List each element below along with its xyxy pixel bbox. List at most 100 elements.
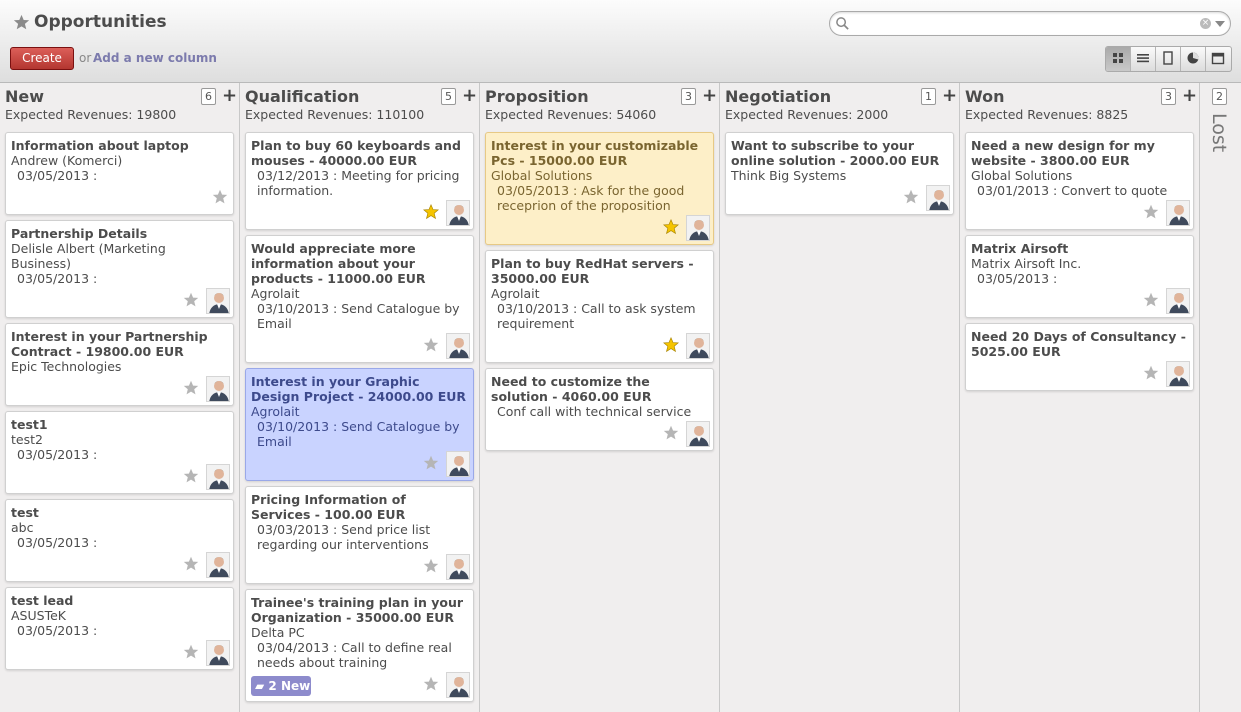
card-date: 03/10/2013 : Send Catalogue by Email	[257, 419, 460, 449]
star-icon[interactable]	[423, 558, 439, 574]
opportunity-card[interactable]: Want to subscribe to your online solutio…	[725, 132, 954, 215]
opportunity-card[interactable]: Plan to buy 60 keyboards and mouses - 40…	[245, 132, 474, 230]
opportunity-card[interactable]: Need a new design for my website - 3800.…	[965, 132, 1194, 230]
create-button[interactable]: Create	[10, 47, 74, 70]
calendar-icon	[1211, 52, 1225, 65]
star-icon[interactable]	[1143, 365, 1159, 381]
star-icon[interactable]	[183, 380, 199, 396]
star-icon[interactable]	[423, 337, 439, 353]
avatar	[446, 451, 470, 477]
add-card-button[interactable]: +	[462, 85, 477, 106]
opportunity-card[interactable]: test1 test2 03/05/2013 :	[5, 411, 234, 494]
graph-view-button[interactable]	[1181, 47, 1206, 71]
opportunity-card[interactable]: Would appreciate more information about …	[245, 235, 474, 363]
star-icon[interactable]	[423, 676, 439, 692]
card-title: Plan to buy RedHat servers - 35000.00 EU…	[491, 256, 694, 286]
column-title: Qualification	[245, 87, 360, 106]
avatar	[686, 421, 710, 447]
star-icon[interactable]	[13, 14, 30, 31]
add-card-button[interactable]: +	[942, 85, 957, 106]
column-revenue: Expected Revenues: 54060	[485, 107, 657, 122]
search-input[interactable]	[854, 14, 1194, 33]
column-negotiation: Negotiation 1 + Expected Revenues: 2000 …	[720, 83, 960, 712]
card-date: 03/05/2013 :	[17, 535, 98, 550]
star-icon[interactable]	[1143, 204, 1159, 220]
search-box[interactable]: ×	[829, 11, 1231, 36]
star-icon[interactable]	[423, 455, 439, 471]
avatar	[1166, 361, 1190, 387]
star-icon[interactable]	[183, 292, 199, 308]
opportunity-card[interactable]: Interest in your Partnership Contract - …	[5, 323, 234, 406]
column-count[interactable]: 6	[201, 88, 216, 105]
card-date: 03/12/2013 : Meeting for pricing informa…	[257, 168, 460, 198]
star-icon[interactable]	[663, 219, 679, 235]
star-icon[interactable]	[1143, 292, 1159, 308]
column-won: Won 3 + Expected Revenues: 8825 Need a n…	[960, 83, 1200, 712]
card-title: Interest in your Graphic Design Project …	[251, 374, 467, 404]
column-count[interactable]: 3	[681, 88, 696, 105]
card-partner: Epic Technologies	[11, 359, 122, 374]
form-view-button[interactable]	[1156, 47, 1181, 71]
card-partner: Think Big Systems	[731, 168, 847, 183]
card-date: 03/10/2013 : Send Catalogue by Email	[257, 301, 460, 331]
opportunity-card[interactable]: Interest in your Graphic Design Project …	[245, 368, 474, 481]
opportunity-card[interactable]: test lead ASUSTeK 03/05/2013 :	[5, 587, 234, 670]
list-icon	[1137, 54, 1149, 63]
star-icon[interactable]	[663, 337, 679, 353]
add-card-button[interactable]: +	[222, 85, 237, 106]
column-lost-folded[interactable]: 2 Lost	[1200, 83, 1241, 712]
column-revenue: Expected Revenues: 19800	[5, 107, 177, 122]
column-proposition: Proposition 3 + Expected Revenues: 54060…	[480, 83, 720, 712]
card-title: Need to customize the solution - 4060.00…	[491, 374, 652, 404]
card-date: 03/05/2013 : Ask for the good receprion …	[497, 183, 685, 213]
kanban-view-button[interactable]	[1106, 47, 1131, 71]
opportunity-card[interactable]: Information about laptop Andrew (Komerci…	[5, 132, 234, 215]
opportunity-card[interactable]: Interest in your customizable Pcs - 1500…	[485, 132, 714, 245]
add-column-link[interactable]: Add a new column	[93, 51, 217, 65]
add-card-button[interactable]: +	[702, 85, 717, 106]
list-view-button[interactable]	[1131, 47, 1156, 71]
avatar	[206, 464, 230, 490]
card-title: Trainee's training plan in your Organiza…	[251, 595, 464, 625]
card-partner: Agrolait	[251, 286, 300, 301]
opportunity-card[interactable]: Partnership Details Delisle Albert (Mark…	[5, 220, 234, 318]
opportunity-card[interactable]: Need 20 Days of Consultancy - 5025.00 EU…	[965, 323, 1194, 391]
star-icon[interactable]	[183, 556, 199, 572]
column-count[interactable]: 3	[1161, 88, 1176, 105]
opportunity-card[interactable]: Plan to buy RedHat servers - 35000.00 EU…	[485, 250, 714, 363]
opportunity-card[interactable]: Trainee's training plan in your Organiza…	[245, 589, 474, 702]
column-count[interactable]: 1	[921, 88, 936, 105]
card-title: Interest in your Partnership Contract - …	[11, 329, 208, 359]
chevron-down-icon[interactable]	[1215, 21, 1225, 27]
card-title: Matrix Airsoft	[971, 241, 1069, 256]
star-icon[interactable]	[212, 189, 228, 205]
or-label: or	[79, 51, 92, 65]
page-title: Opportunities	[34, 12, 167, 32]
card-partner: Matrix Airsoft Inc.	[971, 256, 1082, 271]
star-icon[interactable]	[183, 644, 199, 660]
opportunity-card[interactable]: test abc 03/05/2013 :	[5, 499, 234, 582]
calendar-view-button[interactable]	[1206, 47, 1231, 71]
opportunity-card[interactable]: Pricing Information of Services - 100.00…	[245, 486, 474, 584]
card-date: 03/05/2013 :	[17, 168, 98, 183]
opportunity-card[interactable]: Matrix Airsoft Matrix Airsoft Inc. 03/05…	[965, 235, 1194, 318]
card-title: test lead	[11, 593, 74, 608]
new-messages-badge[interactable]: ▰ 2 New	[251, 676, 311, 696]
star-icon[interactable]	[903, 189, 919, 205]
card-title: Interest in your customizable Pcs - 1500…	[491, 138, 699, 168]
star-icon[interactable]	[183, 468, 199, 484]
add-card-button[interactable]: +	[1182, 85, 1197, 106]
card-partner: Agrolait	[491, 286, 540, 301]
search-icon	[836, 17, 849, 30]
card-title: Need 20 Days of Consultancy - 5025.00 EU…	[971, 329, 1186, 359]
column-count[interactable]: 5	[441, 88, 456, 105]
card-date: Conf call with technical service	[497, 404, 692, 419]
avatar	[206, 640, 230, 666]
opportunity-card[interactable]: Need to customize the solution - 4060.00…	[485, 368, 714, 451]
star-icon[interactable]	[663, 425, 679, 441]
avatar	[686, 333, 710, 359]
clear-icon[interactable]: ×	[1200, 18, 1211, 29]
column-count: 2	[1212, 88, 1227, 105]
star-icon[interactable]	[423, 204, 439, 220]
avatar	[1166, 288, 1190, 314]
